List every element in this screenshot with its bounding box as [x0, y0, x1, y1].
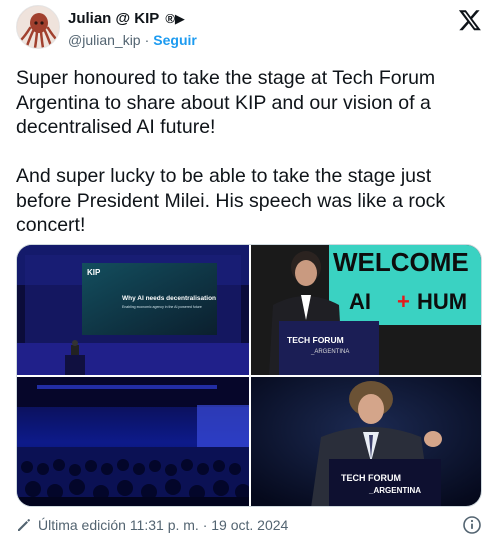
- screen-logo: KIP: [87, 268, 101, 277]
- pencil-icon: [18, 519, 30, 531]
- screen-plus-text: +: [397, 289, 410, 314]
- photo-welcome-podium-image: WELCOME AI + HUM TECH FORUM _ARGENTINA: [251, 245, 481, 375]
- media-grid: KIP Why AI needs decentralisation Enabli…: [16, 244, 482, 507]
- photo-welcome-podium[interactable]: WELCOME AI + HUM TECH FORUM _ARGENTINA: [251, 245, 481, 375]
- info-icon[interactable]: [462, 515, 482, 535]
- handle-separator: ·: [144, 32, 150, 48]
- slide-subtitle: Enabling economic agency in the AI power…: [122, 305, 202, 309]
- screen-ai-text: AI: [349, 289, 371, 314]
- octopus-avatar-icon: [17, 6, 59, 48]
- photo-audience-image: [17, 377, 249, 506]
- author-name-row[interactable]: Julian @ KIP ®▶: [68, 10, 185, 27]
- last-edited-label[interactable]: Última edición 11:31 p. m. · 19 oct. 202…: [38, 517, 288, 533]
- photo-president-podium-image: TECH FORUM _ARGENTINA: [251, 377, 481, 506]
- tweet-text: Super honoured to take the stage at Tech…: [16, 67, 446, 236]
- follow-button[interactable]: Seguir: [153, 32, 197, 48]
- photo-audience[interactable]: [17, 377, 249, 506]
- photo-president-podium[interactable]: TECH FORUM _ARGENTINA: [251, 377, 481, 506]
- author-handle-row: @julian_kip · Seguir: [68, 32, 197, 48]
- podium-argentina-text-2: _ARGENTINA: [368, 486, 421, 495]
- podium-tech-forum-text-2: TECH FORUM: [341, 473, 401, 483]
- avatar[interactable]: [16, 5, 60, 49]
- author-display-name[interactable]: Julian @ KIP: [68, 10, 159, 27]
- tweet-footer: Última edición 11:31 p. m. · 19 oct. 202…: [16, 514, 482, 536]
- photo-stage-screen-image: KIP Why AI needs decentralisation Enabli…: [17, 245, 249, 375]
- podium-tech-forum-text: TECH FORUM: [287, 335, 344, 345]
- author-badge: ®▶: [165, 10, 185, 26]
- slide-title: Why AI needs decentralisation: [122, 295, 216, 302]
- screen-hum-text: HUM: [417, 289, 467, 314]
- author-handle[interactable]: @julian_kip: [68, 32, 141, 48]
- screen-welcome-text: WELCOME: [333, 247, 469, 277]
- photo-stage-screen[interactable]: KIP Why AI needs decentralisation Enabli…: [17, 245, 249, 375]
- podium-argentina-text: _ARGENTINA: [310, 349, 349, 355]
- x-logo-icon[interactable]: [458, 8, 482, 32]
- tweet-header: Julian @ KIP ®▶ @julian_kip · Seguir: [16, 4, 486, 56]
